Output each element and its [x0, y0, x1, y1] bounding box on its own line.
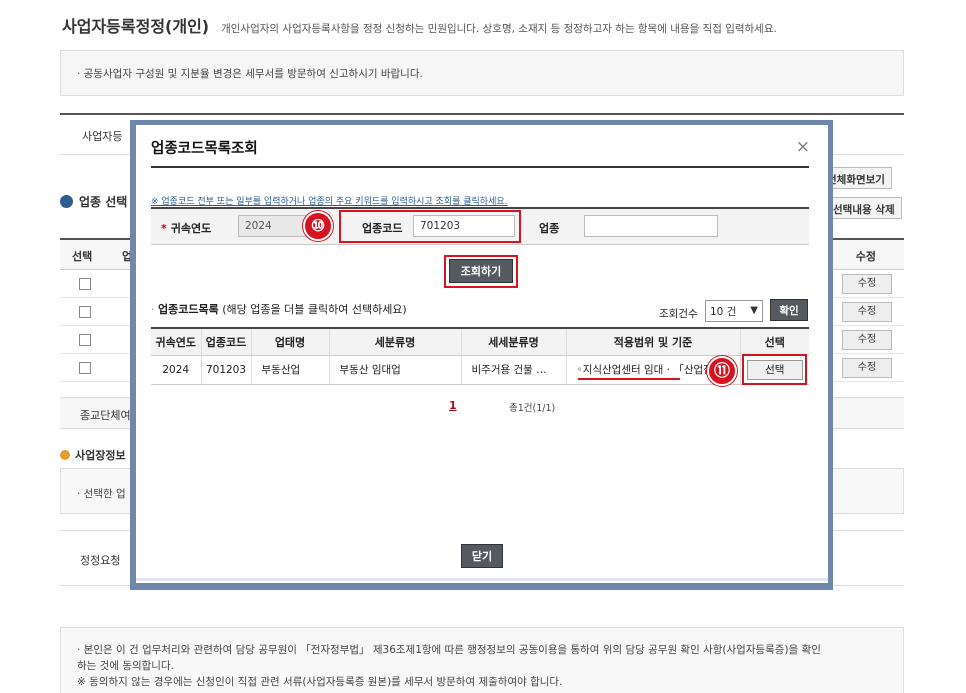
confirm-button[interactable]: 확인 — [770, 299, 808, 321]
scope-underline — [578, 378, 680, 380]
section-bullet-icon — [60, 450, 70, 460]
col-edit: 수정 — [855, 250, 876, 263]
close-button[interactable]: 닫기 — [461, 544, 503, 568]
industry-name-input[interactable] — [584, 215, 718, 237]
page-link[interactable]: 1 — [449, 399, 457, 412]
row-checkbox[interactable] — [79, 362, 91, 374]
chevron-down-icon: ▼ — [750, 305, 758, 316]
religion-label: 종교단체여 — [80, 409, 131, 422]
count-select[interactable]: 10 건 ▼ — [705, 300, 763, 322]
highlight-box-select — [742, 354, 807, 385]
consent-line-3: ※ 동의하지 않는 경우에는 신청인이 직접 관련 서류(사업자등록증 원본)를… — [77, 676, 563, 688]
edit-button[interactable]: 수정 — [842, 274, 892, 294]
highlight-box-query — [444, 255, 518, 288]
title-divider — [151, 166, 809, 168]
biz-info-heading: 사업장정보 — [60, 447, 126, 463]
page-title: 사업자등록정정(개인) — [62, 17, 210, 36]
col-select: 선택 — [72, 250, 93, 263]
edit-button[interactable]: 수정 — [842, 330, 892, 350]
count-select-value: 10 건 — [710, 306, 737, 318]
correction-label: 정정요청 — [80, 554, 121, 567]
highlight-box-code — [339, 210, 521, 243]
cell-code: 701203 — [201, 355, 252, 385]
page-subtitle: 개인사업자의 사업자등록사항을 정정 신청하는 민원입니다. 상호명, 소재지 … — [221, 23, 777, 35]
cell-subclass: 부동산 임대업 — [329, 355, 462, 385]
step-10-marker: ⑩ — [303, 211, 333, 241]
col-code: 업종코드 — [201, 328, 252, 356]
edit-button[interactable]: 수정 — [842, 302, 892, 322]
result-list-desc: (해당 업종을 더블 클릭하여 선택하세요) — [222, 303, 407, 316]
industry-label: 업종 — [539, 222, 560, 235]
consent-line-2: 하는 것에 동의합니다. — [77, 660, 174, 672]
edit-button[interactable]: 수정 — [842, 358, 892, 378]
row-checkbox[interactable] — [79, 334, 91, 346]
notice-box: · 공동사업자 구성원 및 지분율 변경은 세무서를 방문하여 신고하시기 바랍… — [60, 50, 904, 96]
business-number-label: 사업자등 — [82, 130, 123, 143]
modal-bottom-edge — [136, 578, 828, 581]
cell-subsubclass: 비주거용 건물 … — [461, 355, 567, 385]
industry-section-heading: 업종 선택 — [60, 193, 127, 210]
col-select: 선택 — [740, 328, 809, 356]
selected-note-text: · 선택한 업 — [77, 488, 126, 500]
year-label: * 귀속연도 — [161, 222, 212, 235]
total-count: 총1건(1/1) — [509, 403, 556, 414]
consent-box: · 본인은 이 건 업무처리와 관련하여 담당 공무원이 「전자정부법」 제36… — [60, 627, 904, 693]
row-checkbox[interactable] — [79, 306, 91, 318]
search-hint: ※ 업종코드 전부 또는 일부를 입력하거나 업종의 주요 키워드를 입력하시고… — [151, 197, 508, 207]
section-bullet-icon — [60, 195, 73, 208]
col-business: 업태명 — [251, 328, 330, 356]
consent-line-1: · 본인은 이 건 업무처리와 관련하여 담당 공무원이 「전자정부법」 제36… — [77, 644, 821, 656]
delete-selected-button[interactable]: 선택내용 삭제 — [826, 197, 902, 219]
step-11-marker: ⑪ — [707, 356, 737, 386]
result-list-title: 업종코드목록 — [158, 303, 219, 316]
row-checkbox[interactable] — [79, 278, 91, 290]
col-scope: 적용범위 및 기준 — [566, 328, 741, 356]
page-header: 사업자등록정정(개인) 개인사업자의 사업자등록사항을 정정 신청하는 민원입니… — [62, 13, 777, 37]
industry-section-title: 업종 선택 — [79, 195, 128, 209]
result-table-header: 귀속연도 업종코드 업태명 세분류명 세세분류명 적용범위 및 기준 선택 — [151, 328, 809, 356]
cell-year: 2024 — [151, 355, 202, 385]
modal-title: 업종코드목록조회 — [151, 141, 258, 157]
count-label: 조회건수 — [659, 308, 698, 320]
biz-info-title: 사업장정보 — [75, 449, 126, 462]
close-icon[interactable]: × — [796, 137, 810, 157]
industry-code-modal: 업종코드목록조회 × ※ 업종코드 전부 또는 일부를 입력하거나 업종의 주요… — [136, 125, 828, 583]
result-list-heading: · 업종코드목록 (해당 업종을 더블 클릭하여 선택하세요) — [151, 303, 407, 316]
col-year: 귀속연도 — [151, 328, 202, 356]
col-subsubclass: 세세분류명 — [461, 328, 567, 356]
cell-business: 부동산업 — [251, 355, 330, 385]
col-subclass: 세분류명 — [329, 328, 462, 356]
